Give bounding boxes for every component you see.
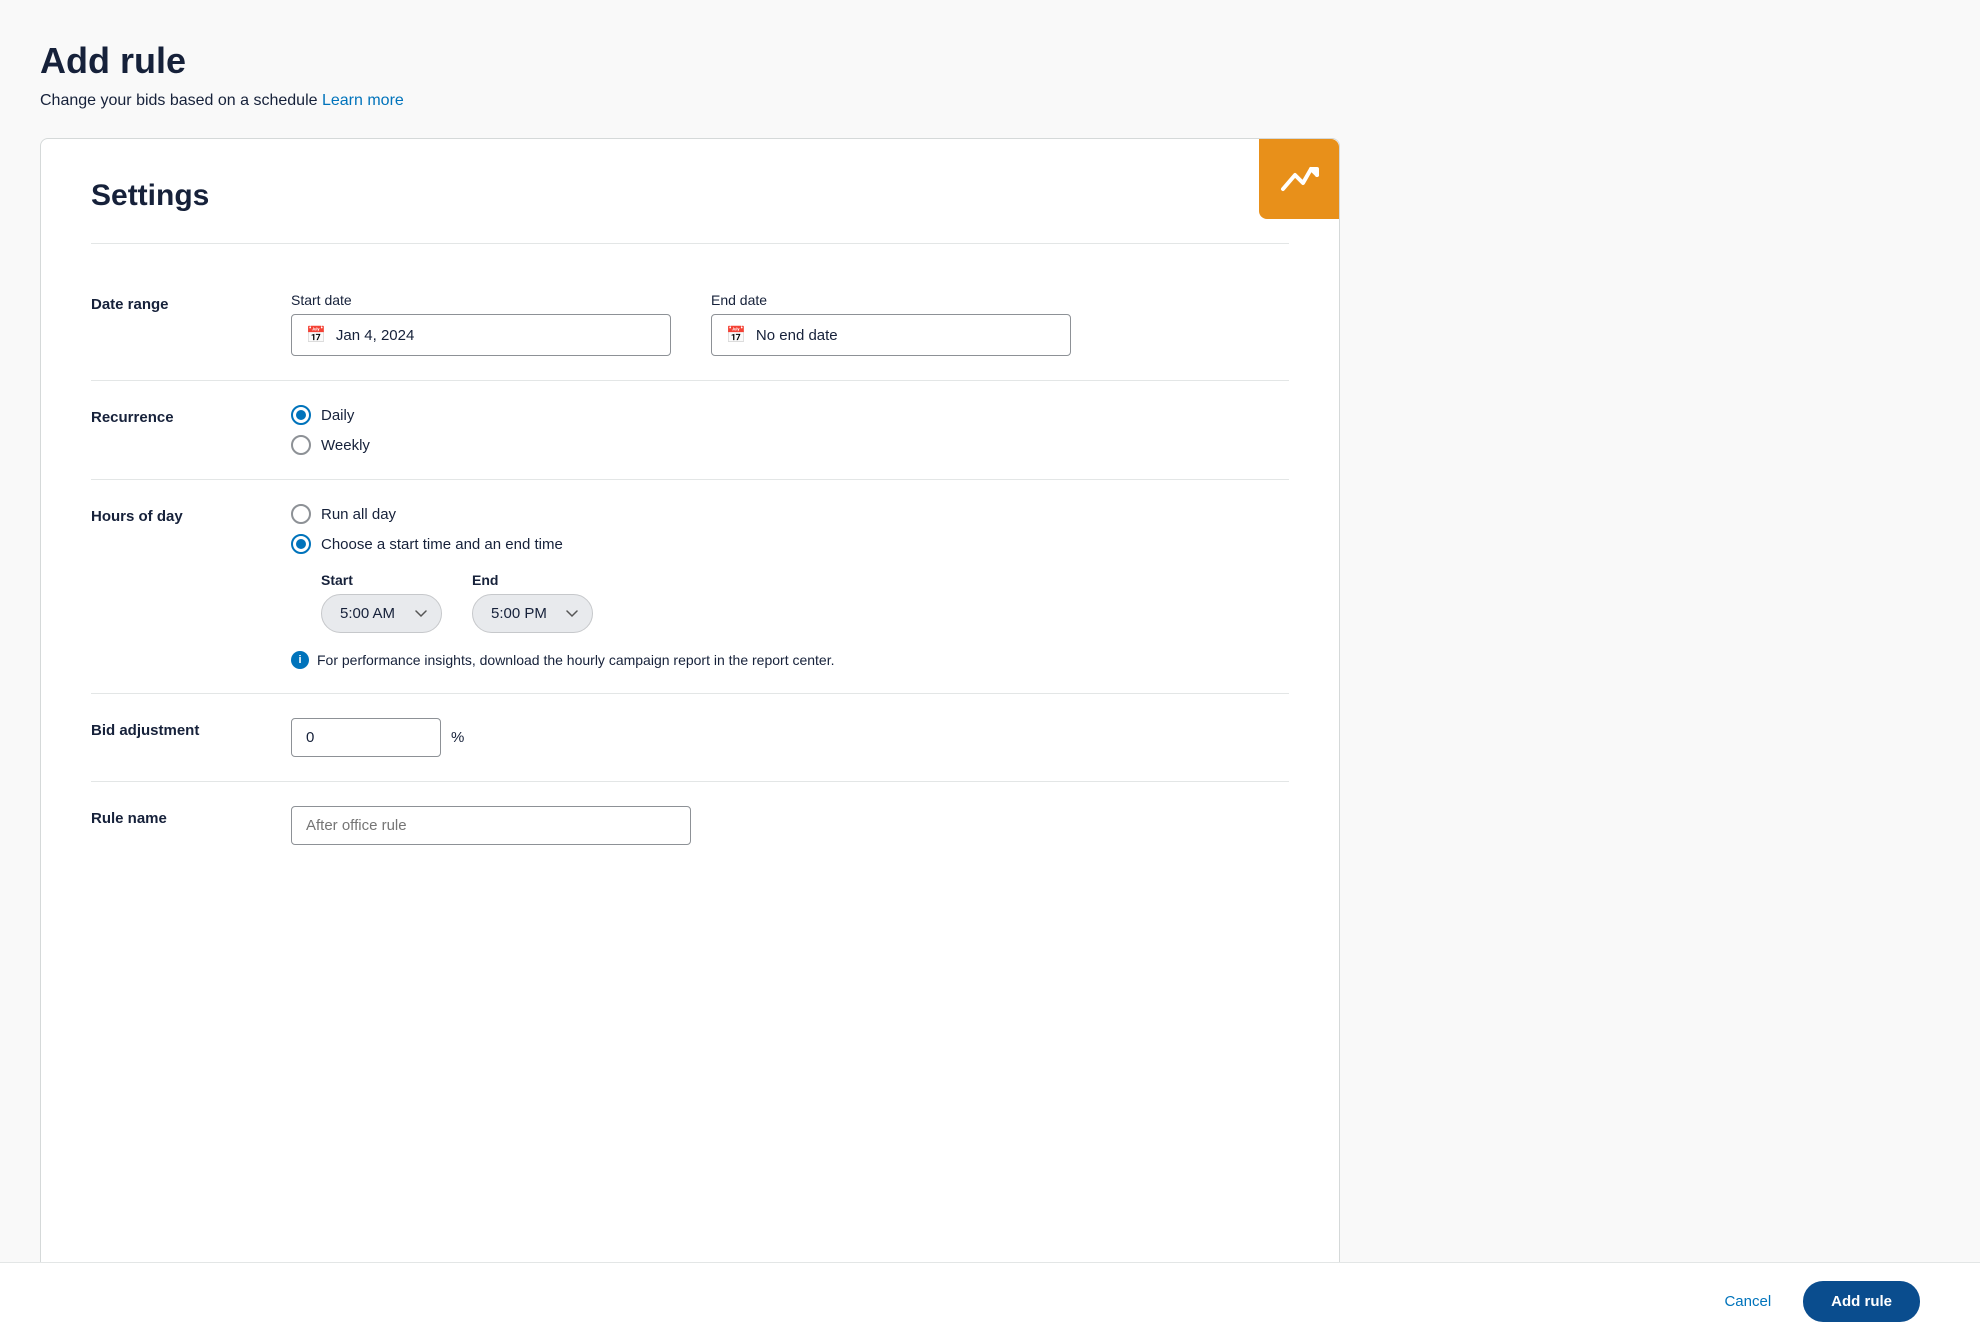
start-time-select[interactable]: 5:00 AM 12:00 AM 1:00 AM 6:00 AM 7:00 AM…	[321, 594, 442, 633]
page-title: Add rule	[40, 40, 1920, 82]
app-logo-icon	[1275, 155, 1323, 203]
info-message: i For performance insights, download the…	[291, 651, 1289, 669]
hours-of-day-label: Hours of day	[91, 504, 291, 525]
date-range-content: Start date 📅 Jan 4, 2024 End date 📅 No e…	[291, 292, 1289, 356]
cancel-button[interactable]: Cancel	[1708, 1283, 1787, 1320]
rule-name-input[interactable]	[291, 806, 691, 845]
end-time-field: End 5:00 PM 12:00 PM 1:00 PM 2:00 PM 3:0…	[472, 572, 593, 633]
recurrence-radio-group: Daily Weekly	[291, 405, 1289, 455]
page-subtitle: Change your bids based on a schedule Lea…	[40, 92, 1920, 110]
choose-time-radio[interactable]	[291, 534, 311, 554]
recurrence-row: Recurrence Daily Weekly	[91, 381, 1289, 480]
recurrence-content: Daily Weekly	[291, 405, 1289, 455]
start-time-field: Start 5:00 AM 12:00 AM 1:00 AM 6:00 AM 7…	[321, 572, 442, 633]
end-date-value: No end date	[756, 327, 838, 344]
settings-section-title: Settings	[91, 179, 1289, 213]
date-range-label: Date range	[91, 292, 291, 313]
recurrence-daily-option[interactable]: Daily	[291, 405, 1289, 425]
rule-name-label: Rule name	[91, 806, 291, 827]
hours-radio-group: Run all day Choose a start time and an e…	[291, 504, 1289, 554]
recurrence-weekly-option[interactable]: Weekly	[291, 435, 1289, 455]
app-logo	[1259, 139, 1339, 219]
rule-name-content	[291, 806, 1289, 845]
start-date-field: Start date 📅 Jan 4, 2024	[291, 292, 671, 356]
form-section: Date range Start date 📅 Jan 4, 2024 End …	[91, 268, 1289, 869]
learn-more-link[interactable]: Learn more	[322, 92, 404, 109]
recurrence-daily-label: Daily	[321, 407, 354, 424]
recurrence-label: Recurrence	[91, 405, 291, 426]
bid-adjustment-content: 0 %	[291, 718, 1289, 757]
settings-divider	[91, 243, 1289, 244]
recurrence-weekly-radio[interactable]	[291, 435, 311, 455]
end-time-label: End	[472, 572, 593, 588]
recurrence-weekly-label: Weekly	[321, 437, 370, 454]
choose-time-label: Choose a start time and an end time	[321, 536, 563, 553]
end-date-input[interactable]: 📅 No end date	[711, 314, 1071, 356]
info-icon: i	[291, 651, 309, 669]
start-date-input[interactable]: 📅 Jan 4, 2024	[291, 314, 671, 356]
hours-of-day-row: Hours of day Run all day Choose a start …	[91, 480, 1289, 694]
settings-card: Settings Date range Start date 📅 Jan 4, …	[40, 138, 1340, 1300]
subtitle-text: Change your bids based on a schedule	[40, 92, 318, 109]
time-selectors: Start 5:00 AM 12:00 AM 1:00 AM 6:00 AM 7…	[321, 572, 1289, 633]
bottom-bar: Cancel Add rule	[0, 1262, 1980, 1340]
hours-of-day-content: Run all day Choose a start time and an e…	[291, 504, 1289, 669]
run-all-day-label: Run all day	[321, 506, 396, 523]
end-date-field: End date 📅 No end date	[711, 292, 1071, 356]
choose-time-option[interactable]: Choose a start time and an end time	[291, 534, 1289, 554]
bid-adjustment-input[interactable]: 0	[291, 718, 441, 757]
recurrence-daily-radio[interactable]	[291, 405, 311, 425]
start-time-label: Start	[321, 572, 442, 588]
start-date-value: Jan 4, 2024	[336, 327, 414, 344]
rule-name-row: Rule name	[91, 782, 1289, 869]
add-rule-button[interactable]: Add rule	[1803, 1281, 1920, 1322]
bid-adjustment-row: Bid adjustment 0 %	[91, 694, 1289, 782]
bid-adjustment-label: Bid adjustment	[91, 718, 291, 739]
date-range-inputs: Start date 📅 Jan 4, 2024 End date 📅 No e…	[291, 292, 1289, 356]
bid-adjustment-input-wrap: 0 %	[291, 718, 1289, 757]
run-all-day-option[interactable]: Run all day	[291, 504, 1289, 524]
end-date-calendar-icon: 📅	[726, 325, 746, 345]
run-all-day-radio[interactable]	[291, 504, 311, 524]
start-date-label: Start date	[291, 292, 671, 308]
end-date-label: End date	[711, 292, 1071, 308]
start-date-calendar-icon: 📅	[306, 325, 326, 345]
end-time-select[interactable]: 5:00 PM 12:00 PM 1:00 PM 2:00 PM 3:00 PM…	[472, 594, 593, 633]
bid-percent-symbol: %	[451, 729, 464, 746]
info-message-text: For performance insights, download the h…	[317, 652, 835, 668]
date-range-row: Date range Start date 📅 Jan 4, 2024 End …	[91, 268, 1289, 381]
